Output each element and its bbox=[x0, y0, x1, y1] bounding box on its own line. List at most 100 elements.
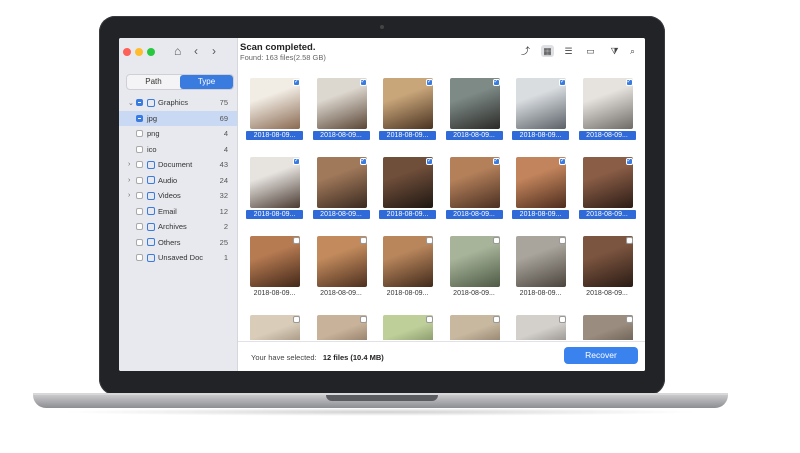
file-checkbox[interactable] bbox=[625, 316, 633, 323]
sidebar-item-label: Audio bbox=[158, 175, 178, 185]
item-checkbox[interactable] bbox=[136, 161, 143, 169]
file-checkbox[interactable] bbox=[293, 237, 300, 244]
sidebar-item-jpg[interactable]: jpg 69 bbox=[119, 110, 237, 126]
item-checkbox[interactable] bbox=[136, 223, 143, 231]
file-checkbox[interactable] bbox=[293, 316, 300, 323]
sidebar-item-graphics[interactable]: ⌄ Graphics 75 bbox=[119, 95, 237, 111]
item-checkbox[interactable] bbox=[136, 114, 143, 122]
clock-icon bbox=[147, 253, 155, 262]
tab-path[interactable]: Path bbox=[127, 75, 180, 89]
file-checkbox[interactable] bbox=[559, 316, 566, 323]
file-checkbox[interactable] bbox=[426, 78, 433, 86]
file-checkbox[interactable] bbox=[625, 237, 633, 244]
sidebar-item-archives[interactable]: Archives 2 bbox=[119, 219, 237, 235]
file-checkbox[interactable] bbox=[492, 237, 500, 244]
file-checkbox[interactable] bbox=[293, 78, 300, 86]
file-checkbox[interactable] bbox=[426, 157, 433, 165]
sidebar-item-label: Others bbox=[158, 237, 181, 247]
file-checkbox[interactable] bbox=[559, 78, 566, 86]
list-view-icon[interactable]: ☰ bbox=[562, 45, 575, 57]
item-checkbox[interactable] bbox=[136, 192, 143, 200]
file-checkbox[interactable] bbox=[426, 237, 433, 244]
file-checkbox[interactable] bbox=[559, 237, 566, 244]
sidebar-item-email[interactable]: Email 12 bbox=[119, 204, 237, 220]
chevron-right-icon[interactable]: › bbox=[128, 177, 130, 184]
photo-thumbnail[interactable] bbox=[316, 157, 367, 208]
file-checkbox[interactable] bbox=[492, 316, 500, 323]
minimize-window-button[interactable] bbox=[135, 48, 143, 56]
photo-thumbnail[interactable] bbox=[582, 78, 633, 129]
file-checkbox[interactable] bbox=[492, 157, 500, 165]
photo-thumbnail[interactable] bbox=[449, 78, 500, 129]
audio-icon bbox=[147, 176, 155, 185]
file-checkbox[interactable] bbox=[625, 157, 633, 165]
sidebar-item-unsaved-doc[interactable]: Unsaved Doc 1 bbox=[119, 250, 237, 266]
photo-thumbnail[interactable] bbox=[516, 78, 566, 129]
photo-thumbnail[interactable] bbox=[250, 236, 300, 287]
file-checkbox[interactable] bbox=[293, 157, 300, 165]
file-name: 2018-08-09... bbox=[586, 290, 628, 297]
file-name: 2018-08-09... bbox=[519, 290, 562, 297]
forward-icon[interactable]: › bbox=[212, 44, 216, 58]
sidebar-item-count: 43 bbox=[219, 160, 228, 170]
file-name: 2018-08-09... bbox=[578, 210, 636, 219]
photo-thumbnail[interactable] bbox=[383, 78, 433, 129]
file-checkbox[interactable] bbox=[492, 78, 500, 86]
back-icon[interactable]: ‹ bbox=[194, 44, 198, 58]
file-checkbox[interactable] bbox=[359, 237, 367, 244]
sidebar-item-videos[interactable]: › Videos 32 bbox=[119, 188, 237, 204]
sidebar-item-png[interactable]: png 4 bbox=[119, 126, 237, 142]
file-checkbox[interactable] bbox=[559, 157, 566, 165]
file-checkbox[interactable] bbox=[359, 157, 367, 165]
home-icon[interactable]: ⌂ bbox=[174, 44, 181, 58]
preview-view-icon[interactable]: ▭ bbox=[584, 45, 597, 57]
photo-thumbnail[interactable] bbox=[316, 78, 367, 129]
photo-thumbnail[interactable] bbox=[250, 78, 300, 129]
file-name: 2018-08-09... bbox=[246, 210, 303, 219]
item-checkbox[interactable] bbox=[136, 207, 143, 215]
photo-thumbnail[interactable] bbox=[516, 236, 566, 287]
sidebar-item-label: Videos bbox=[158, 191, 181, 201]
photo-thumbnail[interactable] bbox=[449, 236, 500, 287]
chevron-down-icon[interactable]: ⌄ bbox=[128, 99, 134, 107]
item-checkbox[interactable] bbox=[136, 254, 143, 262]
file-checkbox[interactable] bbox=[359, 316, 367, 323]
sidebar: ⌂ ‹ › Path Type ⌄ Graphics 75 jpg 69 png 4 ico 4… bbox=[119, 38, 238, 371]
file-checkbox[interactable] bbox=[359, 78, 367, 86]
chevron-right-icon[interactable]: › bbox=[128, 192, 130, 199]
photo-thumbnail[interactable] bbox=[516, 157, 566, 208]
filter-icon[interactable]: ⧩ bbox=[608, 45, 621, 57]
close-window-button[interactable] bbox=[123, 48, 131, 56]
tab-type[interactable]: Type bbox=[180, 75, 233, 89]
sidebar-item-count: 4 bbox=[223, 129, 228, 139]
recover-button[interactable]: Recover bbox=[564, 347, 638, 364]
photo-thumbnail[interactable] bbox=[582, 236, 633, 287]
item-checkbox[interactable] bbox=[136, 145, 143, 153]
file-checkbox[interactable] bbox=[625, 78, 633, 86]
export-icon[interactable]: ⤴ bbox=[519, 45, 532, 57]
page-title: Scan completed. bbox=[240, 42, 316, 53]
sidebar-item-others[interactable]: Others 25 bbox=[119, 235, 237, 251]
file-name: 2018-08-09... bbox=[512, 210, 569, 219]
sidebar-item-document[interactable]: › Document 43 bbox=[119, 157, 237, 173]
photo-thumbnail[interactable] bbox=[449, 157, 500, 208]
file-checkbox[interactable] bbox=[426, 316, 433, 323]
footer-bar: Your have selected: 12 files (10.4 MB) R… bbox=[238, 341, 645, 371]
sidebar-item-audio[interactable]: › Audio 24 bbox=[119, 173, 237, 189]
zoom-window-button[interactable] bbox=[147, 48, 155, 56]
photo-thumbnail[interactable] bbox=[250, 157, 300, 208]
item-checkbox[interactable] bbox=[136, 99, 143, 107]
item-checkbox[interactable] bbox=[136, 238, 143, 246]
grid-view-icon[interactable]: ▦ bbox=[541, 45, 554, 57]
chevron-right-icon[interactable]: › bbox=[128, 161, 130, 168]
sidebar-item-label: Unsaved Doc bbox=[158, 253, 204, 263]
photo-thumbnail[interactable] bbox=[383, 157, 433, 208]
sidebar-item-ico[interactable]: ico 4 bbox=[119, 142, 237, 158]
photo-thumbnail[interactable] bbox=[316, 236, 367, 287]
search-icon[interactable]: ⌕ bbox=[626, 45, 639, 57]
photo-thumbnail[interactable] bbox=[582, 157, 633, 208]
item-checkbox[interactable] bbox=[136, 130, 143, 138]
item-checkbox[interactable] bbox=[136, 176, 143, 184]
photo-thumbnail[interactable] bbox=[383, 236, 433, 287]
sidebar-item-count: 24 bbox=[219, 175, 228, 185]
